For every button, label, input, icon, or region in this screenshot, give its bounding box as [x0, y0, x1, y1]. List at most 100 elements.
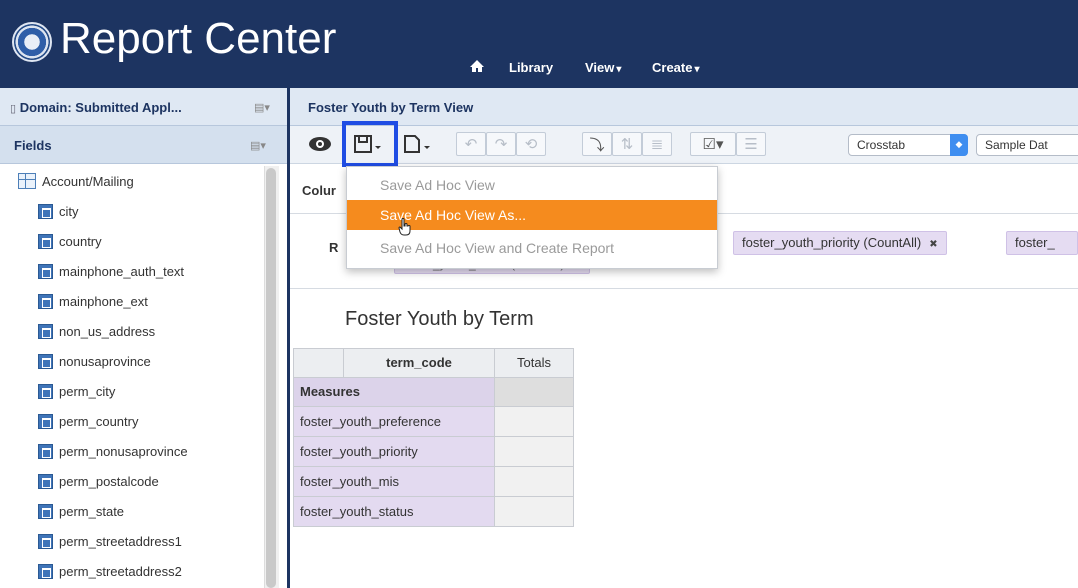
- domain-label[interactable]: ▯ Domain: Submitted Appl...: [10, 100, 182, 115]
- row-header: foster_youth_preference: [293, 406, 495, 437]
- data-select-value: Sample Dat: [985, 138, 1048, 152]
- options-menu-icon[interactable]: ▤▾: [254, 101, 270, 114]
- total-cell: [494, 406, 574, 437]
- filter-icon[interactable]: ☰: [736, 132, 766, 156]
- row-header: foster_youth_priority: [293, 436, 495, 467]
- total-cell: [494, 496, 574, 527]
- corner-cell: [293, 348, 344, 378]
- field-item[interactable]: mainphone_auth_text: [38, 260, 184, 282]
- undo-all-icon[interactable]: ⟲: [516, 132, 546, 156]
- chevron-down-icon: ▾: [616, 64, 622, 75]
- field-item[interactable]: non_us_address: [38, 320, 155, 342]
- remove-icon[interactable]: ✖: [929, 239, 937, 250]
- field-label: perm_country: [59, 413, 139, 429]
- app-title: Report Center: [60, 14, 337, 63]
- field-icon: [38, 563, 53, 579]
- field-label: mainphone_auth_text: [59, 263, 185, 279]
- field-item[interactable]: perm_country: [38, 410, 138, 432]
- measures-header: Measures: [293, 377, 495, 407]
- view-type-select-value: Crosstab: [857, 138, 906, 152]
- fields-label: Fields: [14, 138, 52, 153]
- tree-group-label: Account/Mailing: [42, 173, 134, 189]
- preview-eye-icon[interactable]: [302, 132, 338, 156]
- menu-item-label: Save Ad Hoc View and Create Report: [380, 240, 614, 256]
- nav-view[interactable]: View ▾: [585, 60, 621, 78]
- field-icon: [38, 353, 53, 369]
- field-label: non_us_address: [59, 323, 156, 339]
- field-item[interactable]: perm_state: [38, 500, 124, 522]
- domain-bar: ▯ Domain: Submitted Appl... ▤▾: [0, 88, 287, 126]
- field-item[interactable]: country: [38, 230, 102, 252]
- field-icon: [38, 293, 53, 309]
- redo-icon[interactable]: ↷: [486, 132, 516, 156]
- toolbar: ↶ ↷ ⟲ ⤵ ⇅ ≣ ☑▾ ☰ Crosstab ◆ Sample Dat: [290, 126, 1078, 164]
- field-icon: [38, 413, 53, 429]
- field-icon: [38, 383, 53, 399]
- field-icon: [38, 473, 53, 489]
- report-title: Foster Youth by Term: [345, 308, 534, 330]
- field-item[interactable]: perm_streetaddress2: [38, 560, 182, 582]
- field-item[interactable]: perm_postalcode: [38, 470, 159, 492]
- view-title-bar: Foster Youth by Term View: [290, 88, 1078, 126]
- hand-cursor-icon: [398, 218, 411, 236]
- field-icon: [38, 203, 53, 219]
- logo-seal-icon: [12, 22, 52, 62]
- field-icon: [38, 233, 53, 249]
- view-type-select[interactable]: Crosstab ◆: [848, 134, 968, 156]
- total-cell: [494, 436, 574, 467]
- field-label: nonusaprovince: [59, 353, 151, 369]
- nav-view-label: View: [585, 60, 615, 75]
- nav-create[interactable]: Create ▾: [652, 60, 700, 78]
- field-icon: [38, 443, 53, 459]
- field-label: perm_postalcode: [59, 473, 159, 489]
- measures-total-cell: [494, 377, 574, 407]
- field-item[interactable]: perm_city: [38, 380, 115, 402]
- field-label: perm_state: [59, 503, 125, 519]
- row-chip-label: foster_youth_priority (CountAll): [742, 235, 922, 250]
- fields-options-icon[interactable]: ▤▾: [250, 139, 266, 152]
- tree-group-account-mailing[interactable]: Account/Mailing: [18, 170, 134, 192]
- field-item[interactable]: city: [38, 200, 79, 222]
- menu-item-label: Save Ad Hoc View: [380, 177, 495, 193]
- nav-create-label: Create: [652, 60, 693, 75]
- data-select[interactable]: Sample Dat: [976, 134, 1078, 156]
- menu-item-save[interactable]: Save Ad Hoc View: [347, 170, 717, 200]
- sort-icon[interactable]: ⇅: [612, 132, 642, 156]
- field-icon: [38, 503, 53, 519]
- column-header-totals: Totals: [494, 348, 574, 378]
- field-item[interactable]: perm_streetaddress1: [38, 530, 182, 552]
- nav-library-label: Library: [509, 60, 554, 75]
- save-button-highlight: [342, 121, 398, 167]
- home-icon[interactable]: [468, 58, 486, 74]
- export-menu-icon[interactable]: [396, 132, 438, 156]
- field-label: perm_streetaddress2: [59, 563, 182, 579]
- field-label: perm_streetaddress1: [59, 533, 182, 549]
- row-header: foster_youth_mis: [293, 466, 495, 497]
- nav-library[interactable]: Library: [509, 60, 553, 76]
- field-icon: [38, 263, 53, 279]
- row-chip-label: foster_: [1015, 235, 1055, 250]
- field-icon: [38, 323, 53, 339]
- field-label: perm_nonusaprovince: [59, 443, 188, 459]
- tree-scrollbar-thumb[interactable]: [266, 168, 276, 588]
- domain-label-text: Domain: Submitted Appl...: [19, 100, 182, 115]
- fields-tree: Account/Mailing city country mainphone_a…: [0, 164, 262, 588]
- field-item[interactable]: perm_nonusaprovince: [38, 440, 188, 462]
- list-icon[interactable]: ≣: [642, 132, 672, 156]
- row-chip[interactable]: foster_: [1006, 231, 1078, 255]
- table-icon: [18, 173, 36, 189]
- field-item[interactable]: mainphone_ext: [38, 290, 148, 312]
- fields-bar: Fields ▤▾: [0, 126, 287, 164]
- total-cell: [494, 466, 574, 497]
- field-icon: [38, 533, 53, 549]
- undo-icon[interactable]: ↶: [456, 132, 486, 156]
- row-chip[interactable]: foster_youth_priority (CountAll) ✖: [733, 231, 947, 255]
- columns-label: Colur: [302, 183, 336, 198]
- column-header-term-code[interactable]: term_code: [343, 348, 495, 378]
- chevron-down-icon: ▾: [694, 64, 700, 75]
- field-label: city: [59, 203, 79, 219]
- options-checklist-icon[interactable]: ☑▾: [690, 132, 736, 156]
- field-item[interactable]: nonusaprovince: [38, 350, 151, 372]
- menu-item-save-create-report[interactable]: Save Ad Hoc View and Create Report: [347, 233, 717, 263]
- pivot-icon[interactable]: ⤵: [582, 132, 612, 156]
